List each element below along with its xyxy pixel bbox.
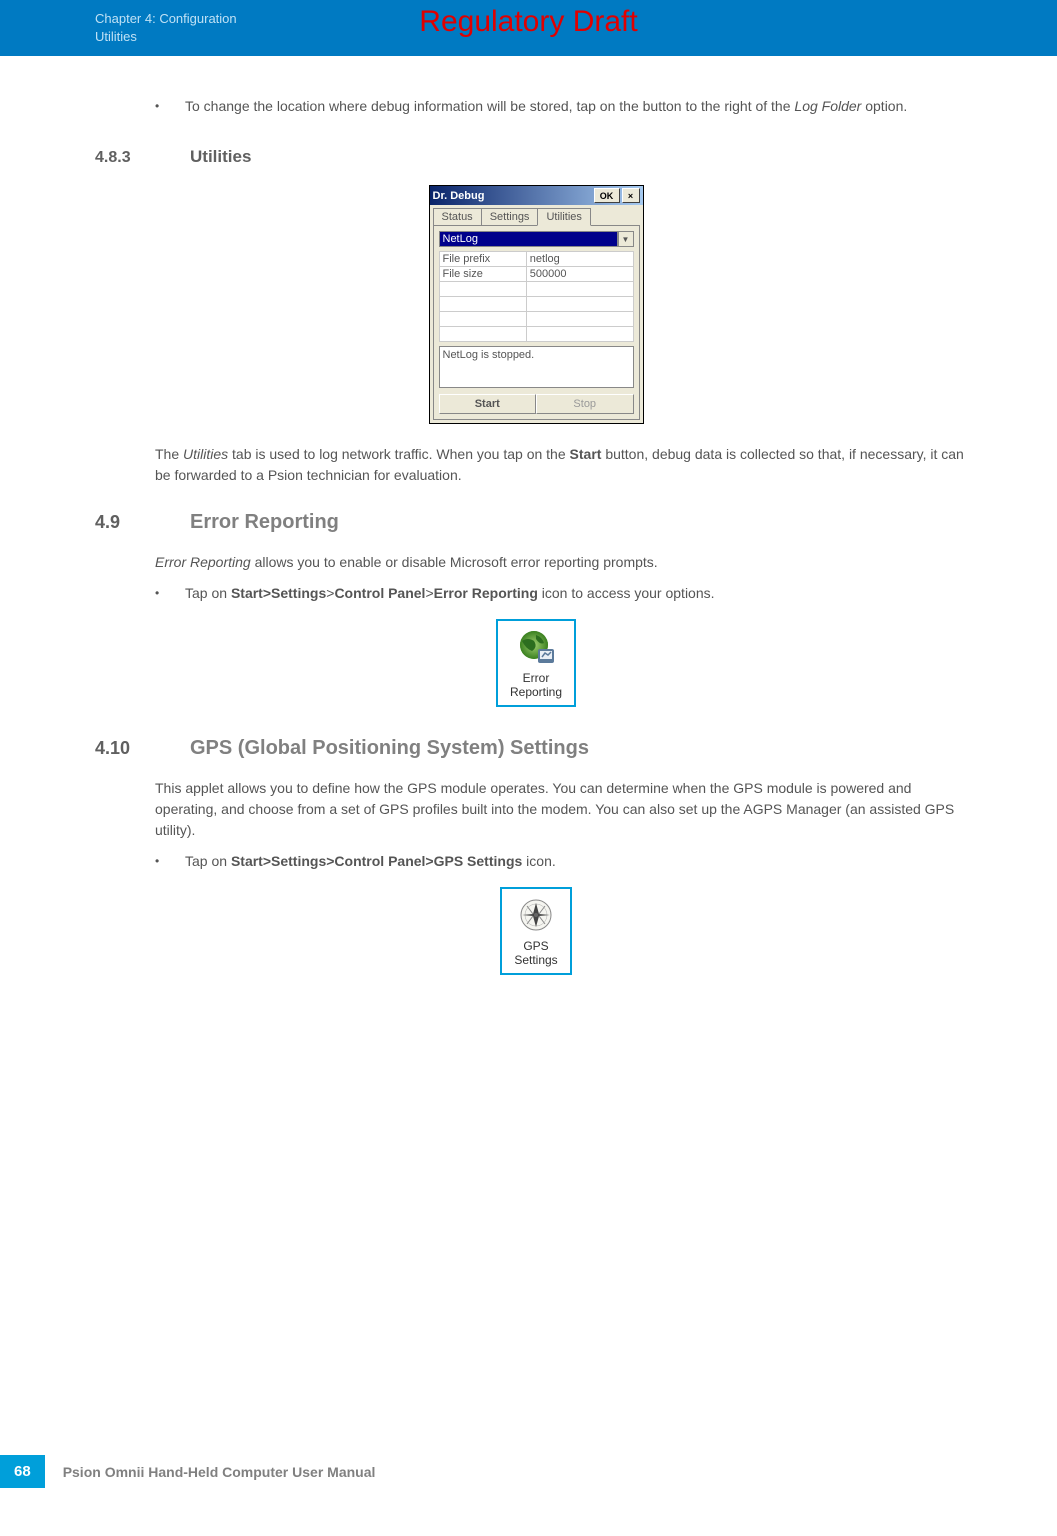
page-number: 68	[0, 1455, 45, 1488]
dropdown-value: NetLog	[439, 231, 618, 247]
stop-button: Stop	[536, 394, 634, 414]
table-row	[439, 282, 633, 297]
ok-button[interactable]: OK	[594, 188, 620, 203]
tab-panel: NetLog ▼ File prefixnetlog File size5000…	[433, 225, 640, 420]
bullet-dot: •	[155, 96, 185, 117]
utility-dropdown[interactable]: NetLog ▼	[439, 231, 634, 247]
bullet-gps-settings: • Tap on Start>Settings>Control Panel>GP…	[155, 851, 977, 872]
tab-utilities[interactable]: Utilities	[537, 208, 590, 226]
tab-status[interactable]: Status	[433, 208, 482, 225]
chevron-down-icon[interactable]: ▼	[618, 231, 634, 247]
dialog-title: Dr. Debug	[433, 190, 485, 202]
footer-title: Psion Omnii Hand-Held Computer User Manu…	[63, 1464, 376, 1480]
bullet-error-reporting: • Tap on Start>Settings>Control Panel>Er…	[155, 583, 977, 604]
table-row	[439, 297, 633, 312]
section-number: 4.9	[95, 512, 190, 533]
gps-settings-icon-box[interactable]: GPS Settings	[500, 887, 571, 975]
table-row	[439, 312, 633, 327]
tab-settings[interactable]: Settings	[481, 208, 539, 225]
close-button[interactable]: ×	[622, 188, 640, 203]
section-4-10: 4.10 GPS (Global Positioning System) Set…	[95, 737, 977, 760]
properties-grid: File prefixnetlog File size500000	[439, 251, 634, 342]
table-row: File size500000	[439, 267, 633, 282]
icon-label-2: Settings	[514, 953, 557, 967]
table-row	[439, 327, 633, 342]
bullet-log-folder: • To change the location where debug inf…	[155, 96, 977, 117]
icon-label-2: Reporting	[510, 685, 562, 699]
bullet-dot: •	[155, 583, 185, 604]
error-reporting-icon-box[interactable]: Error Reporting	[496, 619, 576, 707]
icon-label-1: GPS	[514, 939, 557, 953]
table-row: File prefixnetlog	[439, 252, 633, 267]
status-message: NetLog is stopped.	[439, 346, 634, 388]
icon-label-1: Error	[510, 671, 562, 685]
section-number: 4.10	[95, 738, 190, 759]
section-number: 4.8.3	[95, 149, 190, 167]
dialog-title-bar: Dr. Debug OK ×	[430, 186, 643, 205]
gps-paragraph: This applet allows you to define how the…	[155, 778, 977, 841]
gps-settings-icon	[516, 897, 556, 935]
error-reporting-icon	[516, 629, 556, 667]
dr-debug-dialog: Dr. Debug OK × Status Settings Utilities…	[429, 185, 644, 424]
section-4-8-3: 4.8.3 Utilities	[95, 147, 977, 167]
bullet-text: Tap on Start>Settings>Control Panel>Erro…	[185, 583, 715, 604]
section-4-9: 4.9 Error Reporting	[95, 511, 977, 534]
utilities-paragraph: The Utilities tab is used to log network…	[155, 444, 977, 486]
watermark: Regulatory Draft	[419, 5, 637, 39]
tab-strip: Status Settings Utilities	[430, 205, 643, 225]
section-title: Error Reporting	[190, 511, 339, 534]
bullet-dot: •	[155, 851, 185, 872]
error-reporting-paragraph: Error Reporting allows you to enable or …	[155, 552, 977, 573]
bullet-text: Tap on Start>Settings>Control Panel>GPS …	[185, 851, 556, 872]
start-button[interactable]: Start	[439, 394, 537, 414]
page-footer: 68 Psion Omnii Hand-Held Computer User M…	[0, 1455, 375, 1488]
section-title: Utilities	[190, 147, 251, 167]
section-title: GPS (Global Positioning System) Settings	[190, 737, 589, 760]
bullet-text: To change the location where debug infor…	[185, 96, 907, 117]
